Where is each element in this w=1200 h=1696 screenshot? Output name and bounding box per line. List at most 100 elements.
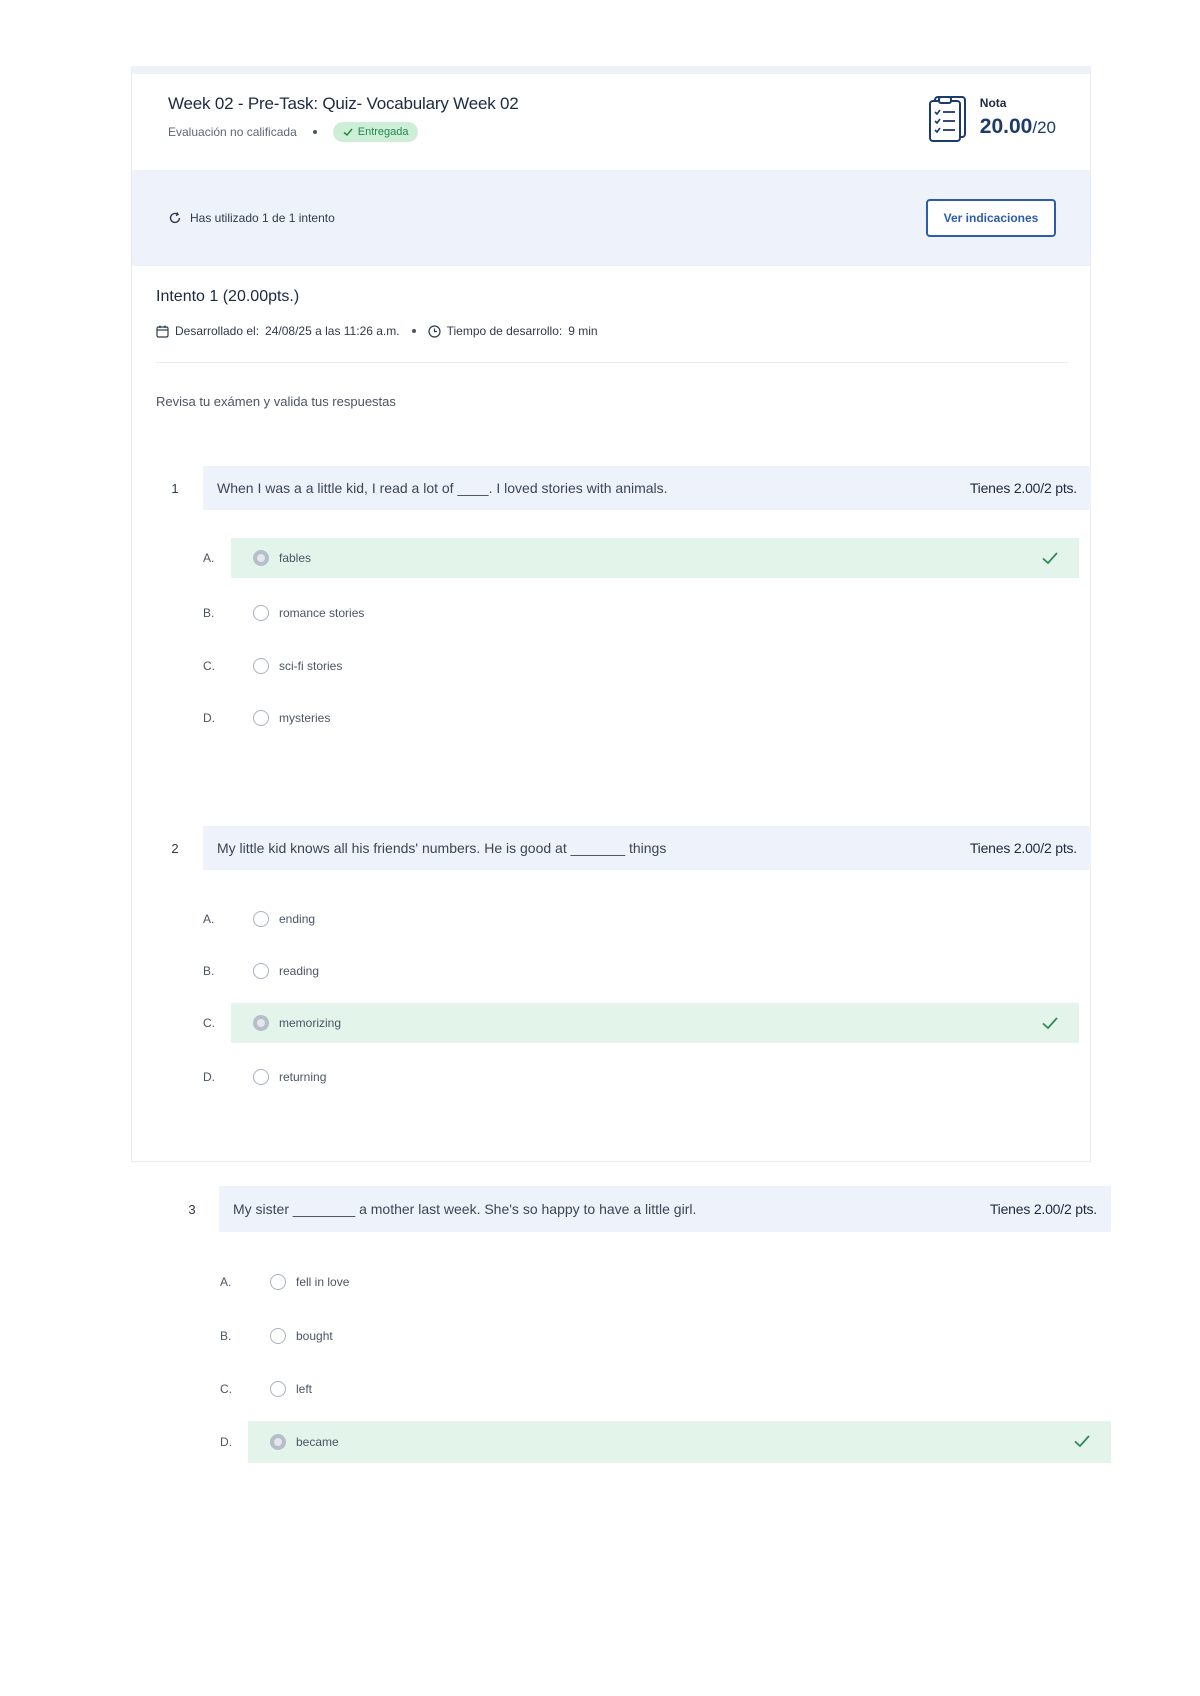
question-score: Tienes 2.00/2 pts. bbox=[969, 840, 1077, 856]
option-text: ending bbox=[279, 912, 316, 926]
option-row[interactable]: B. romance stories bbox=[203, 593, 1079, 633]
evaluation-info: Evaluación no calificada Entregada bbox=[168, 122, 418, 142]
option-letter: C. bbox=[203, 659, 215, 673]
divider bbox=[156, 362, 1068, 363]
radio-selected[interactable] bbox=[253, 1015, 269, 1031]
check-icon bbox=[343, 128, 353, 137]
option-body[interactable]: fell in love bbox=[248, 1262, 1111, 1302]
option-letter: B. bbox=[220, 1329, 232, 1343]
option-letter: A. bbox=[203, 551, 215, 565]
option-text: memorizing bbox=[279, 1016, 342, 1030]
option-row[interactable]: C. memorizing bbox=[203, 1003, 1079, 1043]
option-body[interactable]: left bbox=[248, 1369, 1111, 1409]
separator-dot bbox=[411, 329, 416, 333]
attempts-info: Has utilizado 1 de 1 intento bbox=[168, 211, 335, 225]
question-score: Tienes 2.00/2 pts. bbox=[989, 1201, 1097, 1217]
option-text: bought bbox=[296, 1329, 333, 1343]
option-correct-highlight[interactable]: memorizing bbox=[231, 1003, 1079, 1043]
option-letter: D. bbox=[203, 1070, 215, 1084]
option-text: returning bbox=[279, 1070, 327, 1084]
developed-label: Desarrollado el: bbox=[175, 324, 260, 338]
question-number: 2 bbox=[171, 840, 179, 856]
view-instructions-button[interactable]: Ver indicaciones bbox=[926, 199, 1056, 237]
option-text: romance stories bbox=[279, 606, 365, 620]
separator-dot bbox=[312, 130, 317, 134]
option-row[interactable]: D. mysteries bbox=[203, 698, 1079, 738]
radio-selected[interactable] bbox=[253, 550, 269, 566]
check-icon bbox=[1042, 1017, 1058, 1030]
option-body[interactable]: romance stories bbox=[231, 593, 1079, 633]
question-text: When I was a a little kid, I read a lot … bbox=[217, 480, 668, 496]
grade-block: Nota 20.00/20 bbox=[928, 92, 1056, 144]
radio-button[interactable] bbox=[253, 605, 269, 621]
option-body[interactable]: ending bbox=[231, 899, 1079, 939]
radio-button[interactable] bbox=[253, 963, 269, 979]
attempt-title: Intento 1 (20.00pts.) bbox=[156, 288, 300, 305]
option-text: sci-fi stories bbox=[279, 659, 343, 673]
attempts-text: Has utilizado 1 de 1 intento bbox=[190, 211, 335, 225]
option-letter: C. bbox=[220, 1382, 232, 1396]
option-row[interactable]: D. returning bbox=[203, 1057, 1079, 1097]
option-text: mysteries bbox=[279, 711, 331, 725]
time-value: 9 min bbox=[568, 324, 598, 338]
question-text: My sister ________ a mother last week. S… bbox=[233, 1201, 697, 1217]
attempt-meta: Desarrollado el: 24/08/25 a las 11:26 a.… bbox=[156, 324, 598, 338]
attempts-bar: Has utilizado 1 de 1 intento Ver indicac… bbox=[132, 170, 1090, 266]
option-text: left bbox=[296, 1382, 313, 1396]
radio-button[interactable] bbox=[270, 1274, 286, 1290]
option-body[interactable]: returning bbox=[231, 1057, 1079, 1097]
page-title: Week 02 - Pre-Task: Quiz- Vocabulary Wee… bbox=[168, 94, 519, 113]
option-row[interactable]: A. ending bbox=[203, 899, 1079, 939]
option-correct-highlight[interactable]: became bbox=[248, 1421, 1111, 1463]
radio-selected[interactable] bbox=[270, 1434, 286, 1450]
radio-button[interactable] bbox=[253, 658, 269, 674]
option-body[interactable]: reading bbox=[231, 951, 1079, 991]
clock-icon bbox=[427, 324, 441, 338]
question-bar: When I was a a little kid, I read a lot … bbox=[203, 466, 1091, 510]
grade-max: /20 bbox=[1032, 118, 1056, 137]
grade-label: Nota bbox=[979, 96, 1007, 110]
option-letter: B. bbox=[203, 606, 215, 620]
grade-score: 20.00 bbox=[979, 115, 1033, 138]
question-text: My little kid knows all his friends' num… bbox=[217, 840, 667, 856]
question-bar: My sister ________ a mother last week. S… bbox=[219, 1186, 1111, 1232]
option-row[interactable]: C. left bbox=[220, 1369, 1111, 1409]
option-letter: C. bbox=[203, 1016, 215, 1030]
question-number: 1 bbox=[171, 480, 179, 496]
evaluation-type: Evaluación no calificada bbox=[168, 125, 297, 139]
option-letter: A. bbox=[203, 912, 215, 926]
status-badge-label: Entregada bbox=[357, 126, 409, 138]
option-row[interactable]: B. bought bbox=[220, 1316, 1111, 1356]
option-letter: D. bbox=[203, 711, 215, 725]
option-text: reading bbox=[279, 964, 320, 978]
refresh-icon bbox=[169, 212, 181, 224]
card-header: Week 02 - Pre-Task: Quiz- Vocabulary Wee… bbox=[132, 74, 1090, 162]
radio-button[interactable] bbox=[253, 1069, 269, 1085]
option-row[interactable]: C. sci-fi stories bbox=[203, 646, 1079, 686]
question-score: Tienes 2.00/2 pts. bbox=[969, 480, 1077, 496]
option-row[interactable]: B. reading bbox=[203, 951, 1079, 991]
radio-button[interactable] bbox=[270, 1381, 286, 1397]
grade-text: Nota 20.00/20 bbox=[980, 92, 1056, 139]
option-text: became bbox=[296, 1435, 339, 1449]
time-label: Tiempo de desarrollo: bbox=[446, 324, 563, 338]
option-correct-highlight[interactable]: fables bbox=[231, 538, 1079, 578]
grade-value: 20.00/20 bbox=[980, 115, 1056, 139]
option-letter: D. bbox=[220, 1435, 232, 1449]
option-body[interactable]: sci-fi stories bbox=[231, 646, 1079, 686]
option-letter: B. bbox=[203, 964, 215, 978]
check-icon bbox=[1074, 1435, 1090, 1448]
radio-button[interactable] bbox=[253, 710, 269, 726]
option-body[interactable]: bought bbox=[248, 1316, 1111, 1356]
radio-button[interactable] bbox=[270, 1328, 286, 1344]
check-icon bbox=[1042, 552, 1058, 565]
developed-value: 24/08/25 a las 11:26 a.m. bbox=[265, 324, 400, 338]
option-text: fell in love bbox=[296, 1275, 350, 1289]
option-row[interactable]: D. became bbox=[220, 1421, 1111, 1463]
option-letter: A. bbox=[220, 1275, 232, 1289]
option-body[interactable]: mysteries bbox=[231, 698, 1079, 738]
option-row[interactable]: A. fables bbox=[203, 538, 1079, 578]
option-row[interactable]: A. fell in love bbox=[220, 1262, 1111, 1302]
review-instructions: Revisa tu exámen y valida tus respuestas bbox=[156, 394, 396, 409]
radio-button[interactable] bbox=[253, 911, 269, 927]
